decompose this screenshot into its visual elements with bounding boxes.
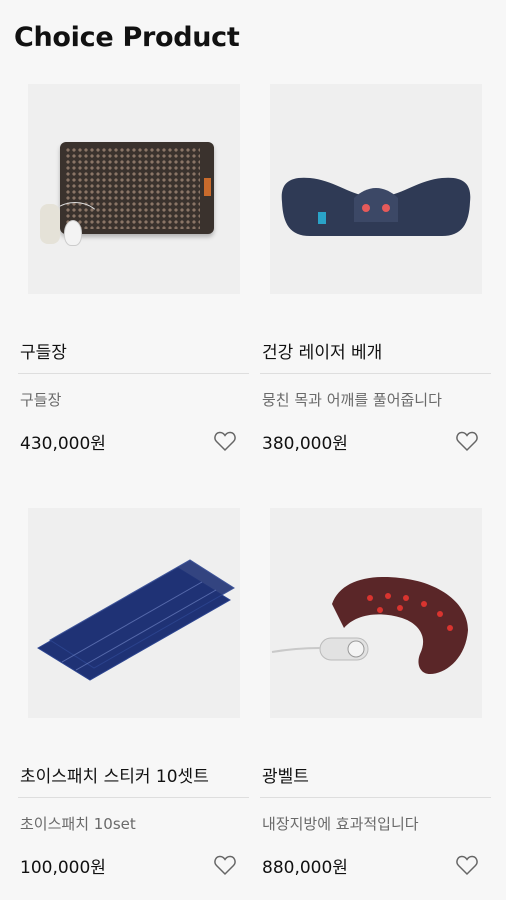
product-price: 430,000원	[20, 434, 106, 454]
divider	[260, 373, 491, 374]
heart-outline-icon[interactable]	[455, 854, 479, 876]
laser-pillow-illustration	[281, 177, 471, 236]
product-image[interactable]	[270, 84, 482, 294]
product-card[interactable]: 초이스패치 스티커 10셋트 초이스패치 10set 100,000원	[18, 508, 252, 878]
product-description: 내장지방에 효과적입니다	[262, 815, 419, 833]
product-name[interactable]: 건강 레이저 베개	[262, 338, 382, 363]
product-description: 초이스패치 10set	[20, 815, 136, 833]
product-description: 구들장	[20, 391, 62, 409]
divider	[18, 797, 249, 798]
product-price: 880,000원	[262, 858, 348, 878]
product-price: 100,000원	[20, 858, 106, 878]
heart-outline-icon[interactable]	[213, 854, 237, 876]
product-image[interactable]	[28, 84, 240, 294]
product-image[interactable]	[270, 508, 482, 718]
product-price: 380,000원	[262, 434, 348, 454]
patch-stickers-illustration	[37, 559, 235, 681]
product-card[interactable]: 구들장 구들장 430,000원	[18, 84, 252, 454]
product-description: 뭉친 목과 어깨를 풀어줍니다	[262, 391, 442, 409]
product-card[interactable]: 건강 레이저 베개 뭉친 목과 어깨를 풀어줍니다 380,000원	[260, 84, 494, 454]
divider	[260, 797, 491, 798]
heart-outline-icon[interactable]	[455, 430, 479, 452]
product-name[interactable]: 초이스패치 스티커 10셋트	[20, 762, 209, 787]
divider	[18, 373, 249, 374]
light-belt-illustration	[271, 577, 468, 674]
remote-illustration	[40, 204, 60, 244]
product-name[interactable]: 광벨트	[262, 762, 309, 787]
product-name[interactable]: 구들장	[20, 338, 67, 363]
plug-illustration	[64, 220, 82, 246]
product-card[interactable]: 광벨트 내장지방에 효과적입니다 880,000원	[260, 508, 494, 878]
section-title: Choice Product	[14, 22, 240, 53]
heart-outline-icon[interactable]	[213, 430, 237, 452]
product-image[interactable]	[28, 508, 240, 718]
